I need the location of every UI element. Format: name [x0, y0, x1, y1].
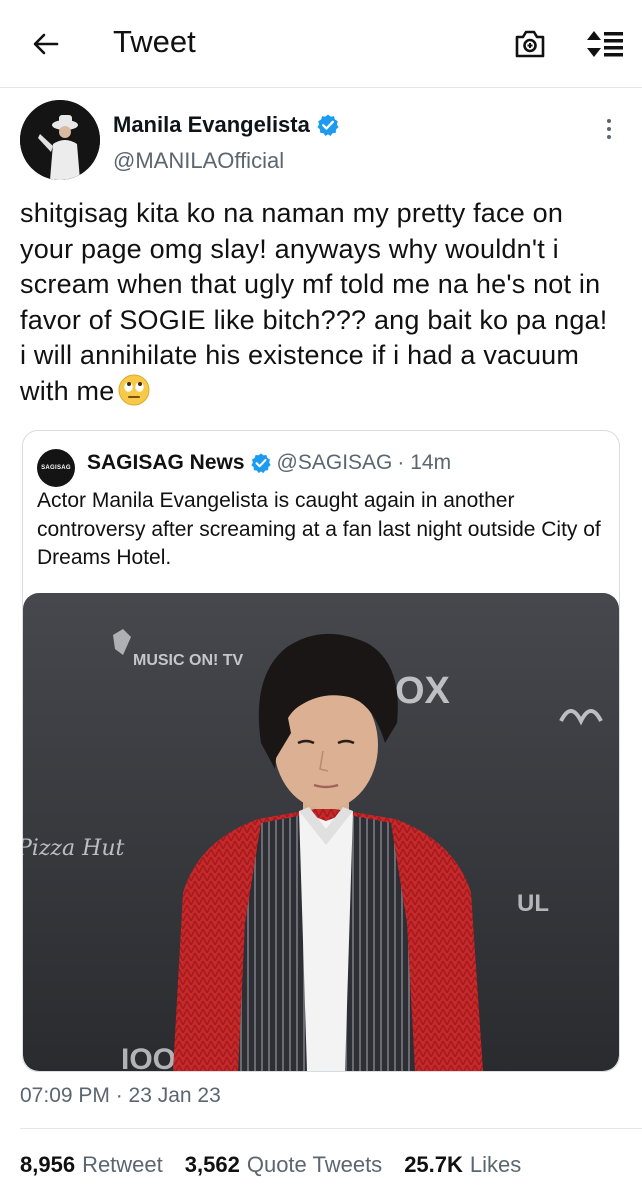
more-dot-icon: [607, 135, 611, 139]
stat-label: Retweet: [82, 1152, 163, 1177]
quoted-author-avatar[interactable]: SAGISAG: [37, 449, 75, 487]
quote-tweets-stat[interactable]: 3,562 Quote Tweets: [185, 1152, 382, 1178]
backdrop-logo-text: UL: [517, 890, 549, 917]
quoted-tweet-text: Actor Manila Evangelista is caught again…: [37, 489, 601, 569]
backdrop-logo-text: Pizza Hut: [23, 836, 124, 861]
divider: [20, 1128, 642, 1129]
author-display-name: Manila Evangelista: [113, 112, 310, 137]
engagement-stats: 8,956 Retweet 3,562 Quote Tweets 25.7K L…: [20, 1152, 521, 1178]
sort-icon: [587, 31, 623, 57]
quoted-tweet-time: · 14m: [397, 451, 452, 474]
sort-button[interactable]: [583, 24, 627, 64]
camera-button[interactable]: [510, 24, 550, 64]
back-button[interactable]: [28, 26, 64, 62]
verified-badge-icon: [250, 453, 271, 474]
quoted-tweet-header: SAGISAG News @SAGISAG · 14m: [87, 451, 451, 475]
more-options-button[interactable]: [596, 116, 622, 142]
more-dot-icon: [607, 127, 611, 131]
page-title: Tweet: [113, 24, 196, 59]
author-avatar[interactable]: [20, 100, 100, 180]
arrow-left-icon: [33, 33, 59, 55]
backdrop-logo-text: OX: [395, 670, 451, 712]
more-dot-icon: [607, 119, 611, 123]
retweets-stat[interactable]: 8,956 Retweet: [20, 1152, 163, 1178]
stat-count: 3,562: [184, 1152, 240, 1177]
quoted-author-name: SAGISAG News: [87, 451, 245, 474]
backdrop-logo-text: IOO: [121, 1043, 176, 1071]
stat-count: 25.7K: [404, 1152, 463, 1177]
eye-roll-emoji-icon: [118, 374, 150, 405]
author-name[interactable]: Manila Evangelista: [113, 112, 340, 138]
quoted-author-handle: @SAGISAG: [276, 451, 393, 474]
top-bar: Tweet: [0, 0, 642, 88]
stat-label: Quote Tweets: [246, 1152, 383, 1177]
stat-label: Likes: [469, 1152, 522, 1177]
quoted-avatar-logo-text: SAGISAG: [41, 465, 71, 471]
tweet-timestamp[interactable]: 07:09 PM · 23 Jan 23: [20, 1084, 221, 1108]
stat-count: 8,956: [20, 1152, 76, 1177]
verified-badge-icon: [317, 114, 339, 136]
quoted-tweet-photo[interactable]: MUSIC ON! TV OX Pizza Hut UL IOO: [23, 593, 619, 1071]
quoted-tweet-card[interactable]: SAGISAG SAGISAG News @SAGISAG · 14m Acto…: [22, 430, 620, 1072]
camera-icon: [515, 30, 545, 58]
tweet-text: shitgisag kita ko na naman my pretty fac…: [20, 198, 608, 406]
backdrop-logo-text: MUSIC ON! TV: [133, 652, 244, 669]
tweet-body: shitgisag kita ko na naman my pretty fac…: [20, 196, 620, 409]
likes-stat[interactable]: 25.7K Likes: [404, 1152, 521, 1178]
author-handle[interactable]: @MANILAOfficial: [113, 148, 284, 174]
